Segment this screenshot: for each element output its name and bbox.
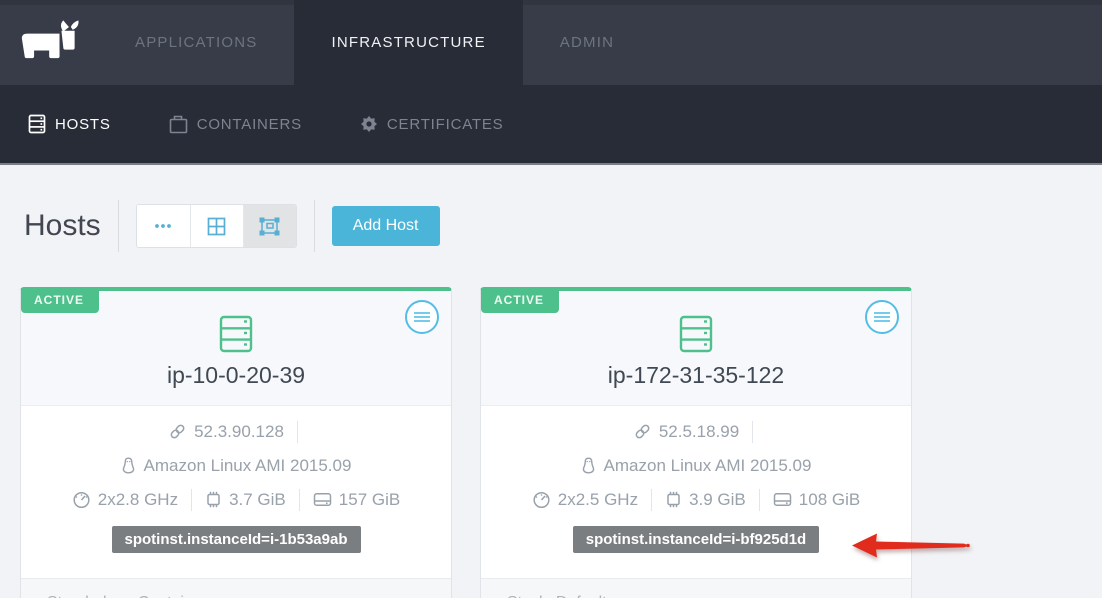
linux-icon <box>581 457 596 474</box>
host-disk: 157 GiB <box>339 490 400 510</box>
grid-icon <box>207 217 226 236</box>
red-arrow-annotation <box>852 531 972 561</box>
server-icon <box>679 315 713 353</box>
subnav-item-hosts[interactable]: HOSTS <box>28 114 111 134</box>
divider <box>759 489 760 511</box>
host-ip-row: 52.3.90.128 <box>21 418 451 445</box>
gauge-icon <box>72 491 91 509</box>
host-cpu: 2x2.8 GHz <box>98 490 178 510</box>
linux-icon <box>121 457 136 474</box>
disk-spec: 157 GiB <box>313 490 400 510</box>
memory-chip-icon <box>665 491 682 508</box>
disk-spec: 108 GiB <box>773 490 860 510</box>
cpu-spec: 2x2.8 GHz <box>72 490 178 510</box>
tab-infrastructure[interactable]: INFRASTRUCTURE <box>294 0 522 85</box>
host-memory: 3.7 GiB <box>229 490 286 510</box>
subnav-containers-label: CONTAINERS <box>197 116 302 133</box>
host-disk: 108 GiB <box>799 490 860 510</box>
host-ip: 52.3.90.128 <box>194 422 284 442</box>
subnav-item-containers[interactable]: CONTAINERS <box>169 115 302 134</box>
top-navbar: APPLICATIONS INFRASTRUCTURE ADMIN <box>0 0 1102 85</box>
expanded-view-button[interactable] <box>243 205 296 247</box>
host-specs-row: 2x2.8 GHz 3.7 GiB <box>21 486 451 513</box>
link-icon <box>634 423 651 440</box>
rancher-logo[interactable] <box>16 0 88 85</box>
divider <box>297 421 298 443</box>
host-card-ip-172-31-35-122: ACTIVE <box>480 287 912 598</box>
host-card-footer: Stand-alone Containers <box>21 578 451 598</box>
host-cpu: 2x2.5 GHz <box>558 490 638 510</box>
infrastructure-subnav: HOSTS CONTAINERS CERTIFICATES <box>0 85 1102 165</box>
status-badge: ACTIVE <box>21 287 99 313</box>
view-toggle-group <box>136 204 297 248</box>
host-menu-button[interactable] <box>405 300 439 334</box>
server-icon <box>219 315 253 353</box>
divider <box>118 200 119 252</box>
footer-section-label: Stack: Default <box>507 594 607 598</box>
memory-spec: 3.7 GiB <box>205 490 286 510</box>
subnav-hosts-label: HOSTS <box>55 116 111 133</box>
divider <box>314 200 315 252</box>
host-card-body: 52.3.90.128 Amazon Linux AMI 2015.09 <box>21 406 451 570</box>
container-icon <box>169 115 188 134</box>
cow-icon <box>19 19 85 67</box>
divider <box>752 421 753 443</box>
hamburger-icon <box>413 311 431 323</box>
host-card-ip-10-0-20-39: ACTIVE <box>20 287 452 598</box>
subnav-certificates-label: CERTIFICATES <box>387 116 504 133</box>
divider <box>191 489 192 511</box>
host-label-tag: spotinst.instanceId=i-bf925d1d <box>573 526 819 553</box>
page-title: Hosts <box>24 209 101 243</box>
host-ip: 52.5.18.99 <box>659 422 739 442</box>
list-view-button[interactable] <box>137 205 190 247</box>
host-ip-row: 52.5.18.99 <box>481 418 911 445</box>
divider <box>651 489 652 511</box>
host-name[interactable]: ip-172-31-35-122 <box>481 362 911 389</box>
host-os-row: Amazon Linux AMI 2015.09 <box>481 452 911 479</box>
host-card-body: 52.5.18.99 Amazon Linux AMI 2015.09 <box>481 406 911 570</box>
cpu-spec: 2x2.5 GHz <box>532 490 638 510</box>
status-badge: ACTIVE <box>481 287 559 313</box>
host-os: Amazon Linux AMI 2015.09 <box>144 456 352 476</box>
hamburger-icon <box>873 311 891 323</box>
host-name[interactable]: ip-10-0-20-39 <box>21 362 451 389</box>
expanded-icon <box>259 217 280 236</box>
host-menu-button[interactable] <box>865 300 899 334</box>
disk-icon <box>773 492 792 507</box>
host-os-row: Amazon Linux AMI 2015.09 <box>21 452 451 479</box>
host-os: Amazon Linux AMI 2015.09 <box>604 456 812 476</box>
tab-applications[interactable]: APPLICATIONS <box>98 0 294 85</box>
host-card-footer: Stack: Default <box>481 578 911 598</box>
footer-section-label: Stand-alone Containers <box>47 594 215 598</box>
disk-icon <box>313 492 332 507</box>
hosts-toolbar: Hosts <box>24 201 1102 251</box>
tab-admin[interactable]: ADMIN <box>523 0 651 85</box>
rancher-hosts-page: APPLICATIONS INFRASTRUCTURE ADMIN HOSTS <box>0 0 1102 598</box>
link-icon <box>169 423 186 440</box>
divider <box>299 489 300 511</box>
top-nav-tabs: APPLICATIONS INFRASTRUCTURE ADMIN <box>98 0 651 85</box>
gauge-icon <box>532 491 551 509</box>
host-memory: 3.9 GiB <box>689 490 746 510</box>
memory-chip-icon <box>205 491 222 508</box>
subnav-item-certificates[interactable]: CERTIFICATES <box>360 115 504 133</box>
host-specs-row: 2x2.5 GHz 3.9 GiB <box>481 486 911 513</box>
dots-icon <box>154 223 172 229</box>
grid-view-button[interactable] <box>190 205 243 247</box>
host-icon <box>28 114 46 134</box>
certificate-icon <box>360 115 378 133</box>
memory-spec: 3.9 GiB <box>665 490 746 510</box>
add-host-button[interactable]: Add Host <box>332 206 440 246</box>
host-label-tag: spotinst.instanceId=i-1b53a9ab <box>112 526 361 553</box>
